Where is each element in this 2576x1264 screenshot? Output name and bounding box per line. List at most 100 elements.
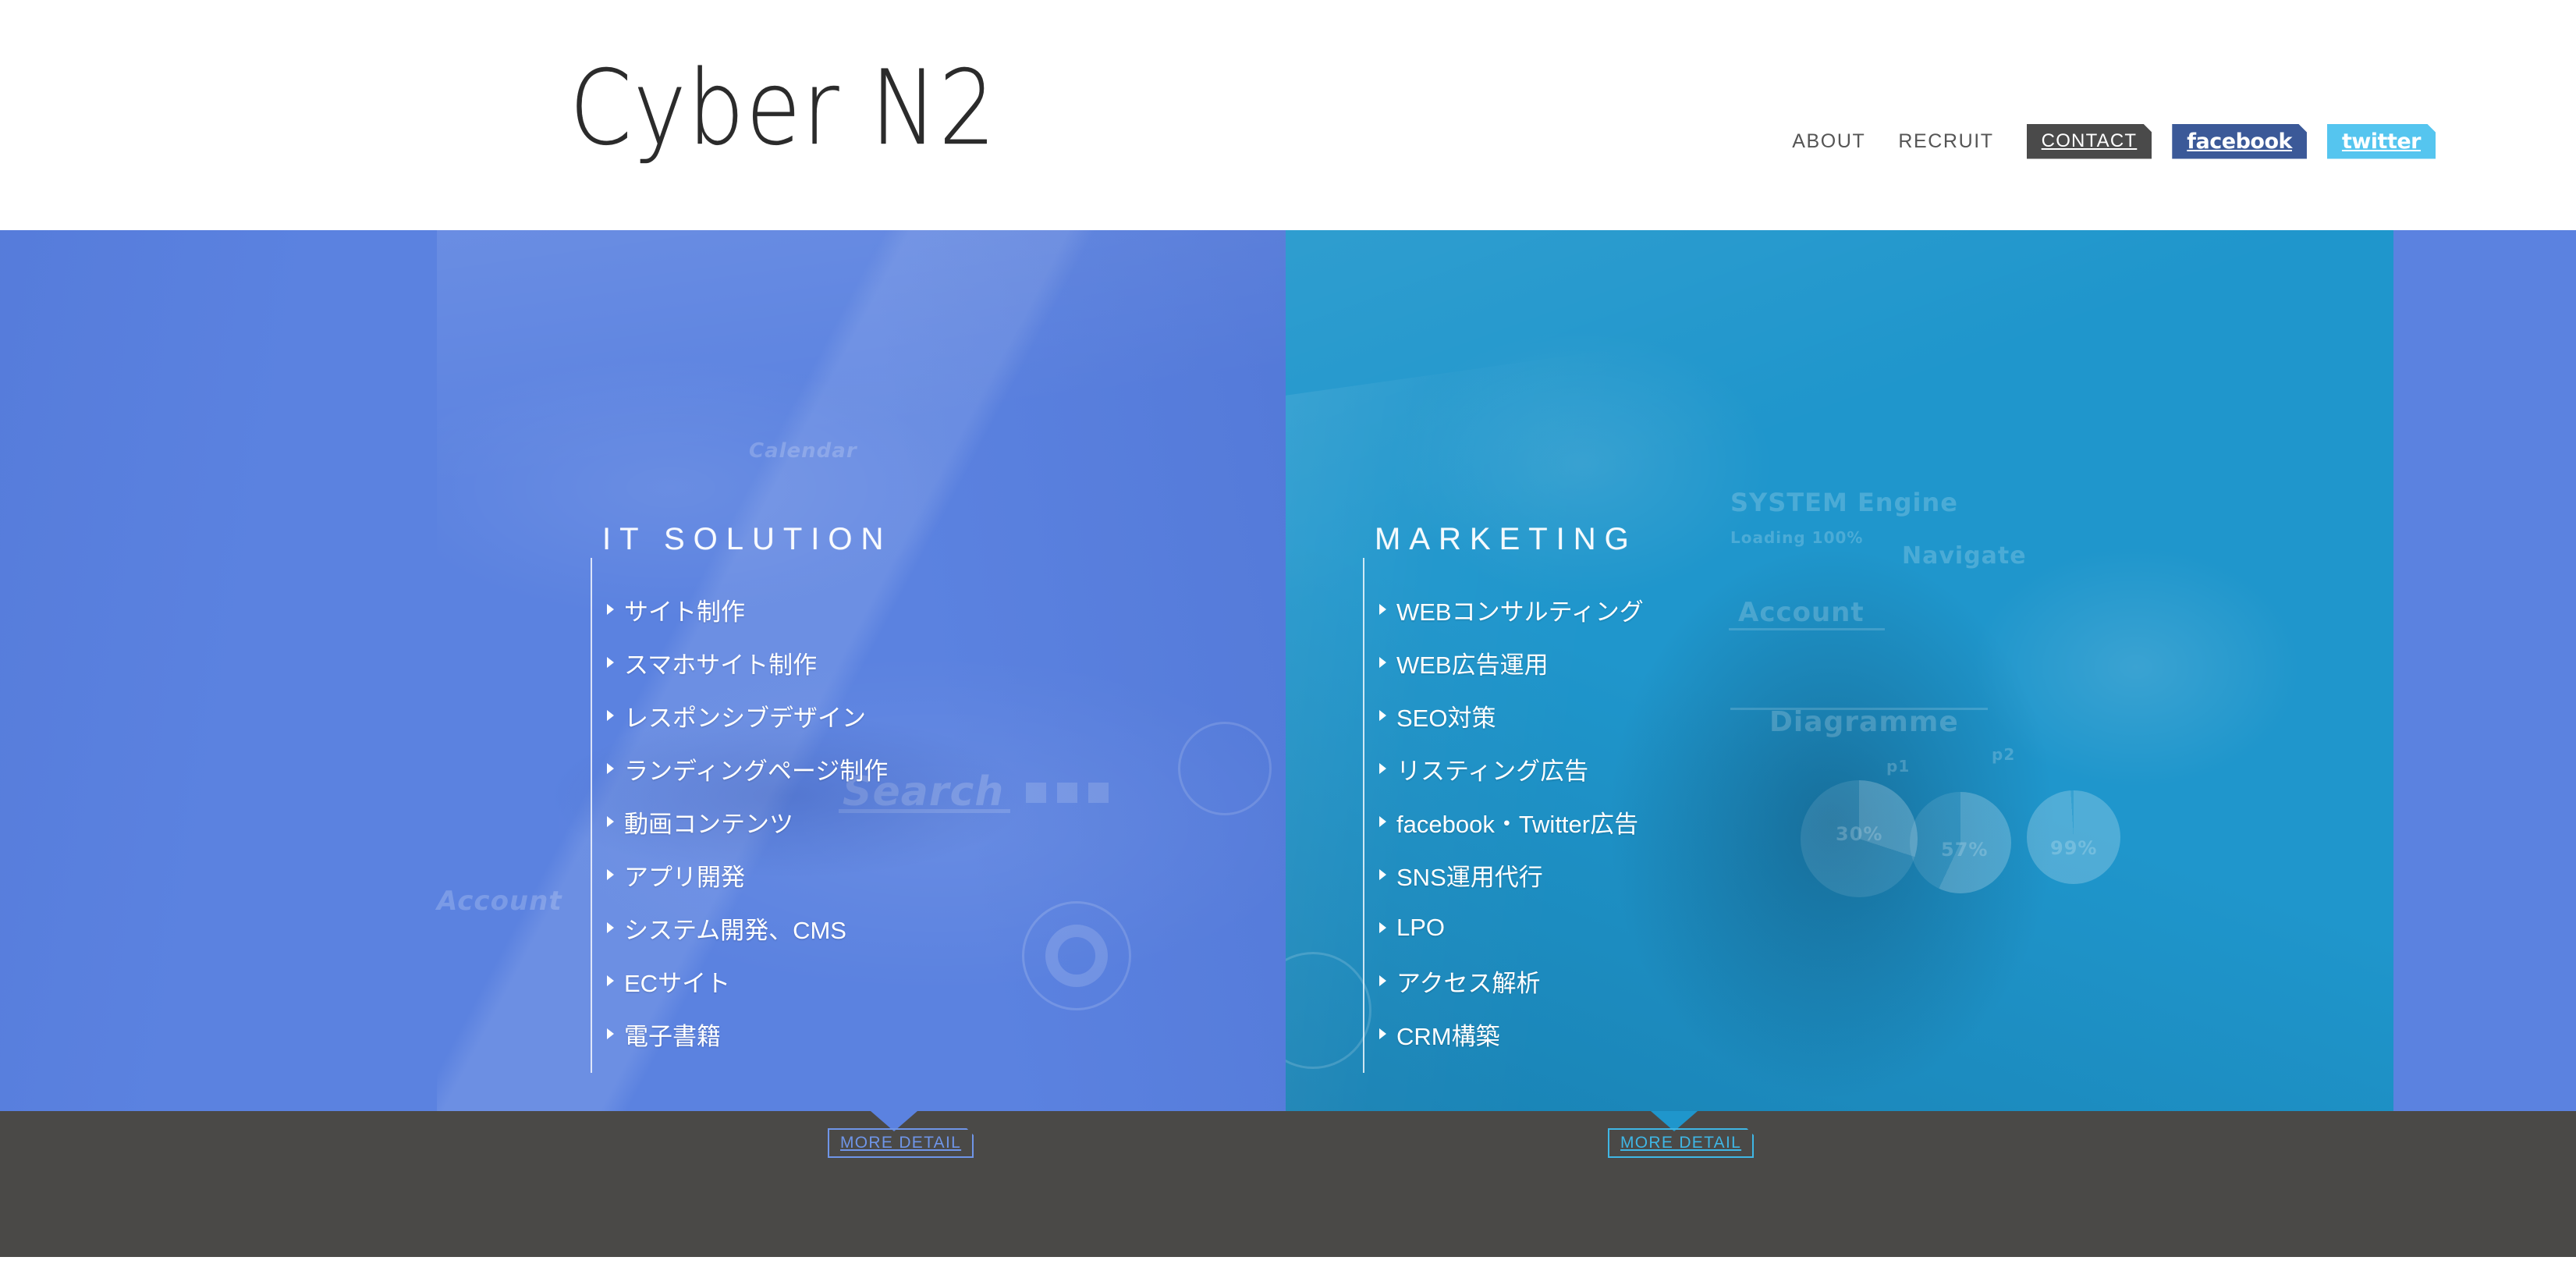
- facebook-icon-button[interactable]: facebook: [2172, 124, 2307, 159]
- art-square-2: [1057, 783, 1077, 803]
- list-item-label: システム開発、CMS: [624, 916, 846, 944]
- section-rule-left: [591, 558, 592, 1073]
- section-heading-it-solution: IT SOLUTION: [602, 522, 892, 556]
- section-heading-marketing: MARKETING: [1375, 522, 1637, 556]
- art-ring-inner: [1045, 925, 1108, 987]
- list-item[interactable]: CRM構築: [1379, 1007, 1644, 1060]
- list-item-label: 動画コンテンツ: [624, 810, 793, 838]
- triangle-bullet-icon: [607, 816, 614, 827]
- list-item[interactable]: スマホサイト制作: [607, 636, 888, 689]
- art-label-account: Account: [1738, 597, 1865, 628]
- list-item-label: サイト制作: [624, 598, 745, 626]
- twitter-icon-button[interactable]: twitter: [2327, 124, 2436, 159]
- list-item-label: スマホサイト制作: [624, 651, 818, 679]
- list-item[interactable]: アプリ開発: [607, 848, 888, 901]
- triangle-bullet-icon: [1379, 1028, 1386, 1039]
- list-item[interactable]: サイト制作: [607, 583, 888, 636]
- art-label-loading: Loading 100%: [1730, 528, 1864, 547]
- list-item-label: LPO: [1396, 914, 1446, 941]
- list-item-label: facebook・Twitter広告: [1396, 810, 1639, 838]
- service-list-marketing: WEBコンサルティング WEB広告運用 SEO対策 リスティング広告 faceb…: [1379, 583, 1644, 1060]
- triangle-bullet-icon: [607, 975, 614, 986]
- site-logo[interactable]: Cyber N2: [569, 56, 997, 160]
- list-item[interactable]: SNS運用代行: [1379, 848, 1644, 901]
- nav-item-about[interactable]: ABOUT: [1792, 130, 1865, 153]
- list-item-label: WEBコンサルティング: [1396, 598, 1644, 626]
- art-label-navigate: Navigate: [1902, 542, 2027, 570]
- site-header: Cyber N2 ABOUT RECRUIT CONTACT facebook …: [0, 0, 2576, 230]
- service-list-it-solution: サイト制作 スマホサイト制作 レスポンシブデザイン ランディングページ制作 動画…: [607, 583, 888, 1060]
- art-ring-outer: [1022, 901, 1131, 1010]
- triangle-bullet-icon: [607, 604, 614, 615]
- list-item-label: SNS運用代行: [1396, 863, 1543, 891]
- art-label-account: Account: [437, 886, 562, 917]
- art-square-1: [1026, 783, 1046, 803]
- list-item[interactable]: システム開発、CMS: [607, 901, 888, 954]
- section-rule-right: [1363, 558, 1364, 1073]
- triangle-bullet-icon: [607, 710, 614, 721]
- art-label-system-engine: SYSTEM Engine: [1730, 488, 1958, 517]
- triangle-bullet-icon: [1379, 869, 1386, 880]
- more-detail-button-marketing[interactable]: MORE DETAIL: [1608, 1128, 1754, 1158]
- triangle-bullet-icon: [1379, 763, 1386, 774]
- triangle-bullet-icon: [1379, 975, 1386, 986]
- panel-right-edge-filler: [2393, 230, 2576, 1111]
- triangle-bullet-icon: [607, 869, 614, 880]
- page-bottom-spacer: [0, 1257, 2576, 1264]
- list-item-label: SEO対策: [1396, 704, 1496, 732]
- page-root: Cyber N2 ABOUT RECRUIT CONTACT facebook …: [0, 0, 2576, 1264]
- triangle-bullet-icon: [1379, 657, 1386, 668]
- art-label-30pct: 30%: [1836, 823, 1883, 845]
- triangle-bullet-icon: [1379, 816, 1386, 827]
- art-label-99pct: 99%: [2050, 837, 2098, 859]
- list-item[interactable]: WEB広告運用: [1379, 636, 1644, 689]
- art-ring-7: [1178, 722, 1272, 815]
- list-item-label: ECサイト: [624, 969, 731, 997]
- list-item[interactable]: リスティング広告: [1379, 742, 1644, 795]
- triangle-bullet-icon: [1379, 710, 1386, 721]
- art-pie-chart-3: [2027, 790, 2120, 884]
- art-rule-2: [1729, 628, 1885, 630]
- main-navigation: ABOUT RECRUIT CONTACT facebook twitter: [1792, 122, 2436, 160]
- list-item-label: WEB広告運用: [1396, 651, 1549, 679]
- list-item-label: アプリ開発: [624, 863, 745, 891]
- more-detail-button-it-solution[interactable]: MORE DETAIL: [828, 1128, 974, 1158]
- triangle-bullet-icon: [607, 1028, 614, 1039]
- list-item[interactable]: ECサイト: [607, 954, 888, 1007]
- art-label-p2: p2: [1992, 745, 2016, 764]
- art-ring-5: [1286, 952, 1371, 1069]
- art-square-3: [1088, 783, 1109, 803]
- triangle-bullet-icon: [1379, 604, 1386, 615]
- list-item-label: ランディングページ制作: [624, 757, 889, 785]
- art-pie-chart-2: [1910, 792, 2011, 893]
- triangle-bullet-icon: [607, 657, 614, 668]
- list-item[interactable]: facebook・Twitter広告: [1379, 795, 1644, 848]
- panel-it-solution[interactable]: Calendar Search Account IT SOLUTION サイト制…: [0, 230, 1286, 1111]
- list-item-label: リスティング広告: [1396, 757, 1589, 785]
- list-item[interactable]: SEO対策: [1379, 689, 1644, 742]
- hero-section: Calendar Search Account IT SOLUTION サイト制…: [0, 230, 2576, 1111]
- art-label-diagramme: Diagramme: [1769, 706, 1959, 738]
- more-detail-bar: [0, 1111, 2576, 1257]
- list-item[interactable]: レスポンシブデザイン: [607, 689, 888, 742]
- art-rule-1: [1730, 708, 1988, 710]
- triangle-bullet-icon: [607, 763, 614, 774]
- list-item[interactable]: アクセス解析: [1379, 954, 1644, 1007]
- contact-button[interactable]: CONTACT: [2027, 124, 2152, 159]
- triangle-bullet-icon: [1379, 922, 1386, 933]
- list-item[interactable]: WEBコンサルティング: [1379, 583, 1644, 636]
- art-pie-chart-1: [1801, 780, 1918, 897]
- list-item[interactable]: LPO: [1379, 901, 1644, 954]
- triangle-bullet-icon: [607, 922, 614, 933]
- list-item-label: レスポンシブデザイン: [624, 704, 866, 732]
- list-item-label: アクセス解析: [1396, 969, 1541, 997]
- list-item[interactable]: 動画コンテンツ: [607, 795, 888, 848]
- art-label-57pct: 57%: [1941, 839, 1989, 861]
- list-item[interactable]: 電子書籍: [607, 1007, 888, 1060]
- nav-item-recruit[interactable]: RECRUIT: [1898, 130, 1993, 153]
- panel-marketing[interactable]: SYSTEM Engine Loading 100% Account Navig…: [1286, 230, 2393, 1111]
- art-label-p1: p1: [1886, 757, 1911, 776]
- list-item-label: CRM構築: [1396, 1022, 1500, 1050]
- art-label-calendar: Calendar: [749, 439, 857, 463]
- list-item[interactable]: ランディングページ制作: [607, 742, 888, 795]
